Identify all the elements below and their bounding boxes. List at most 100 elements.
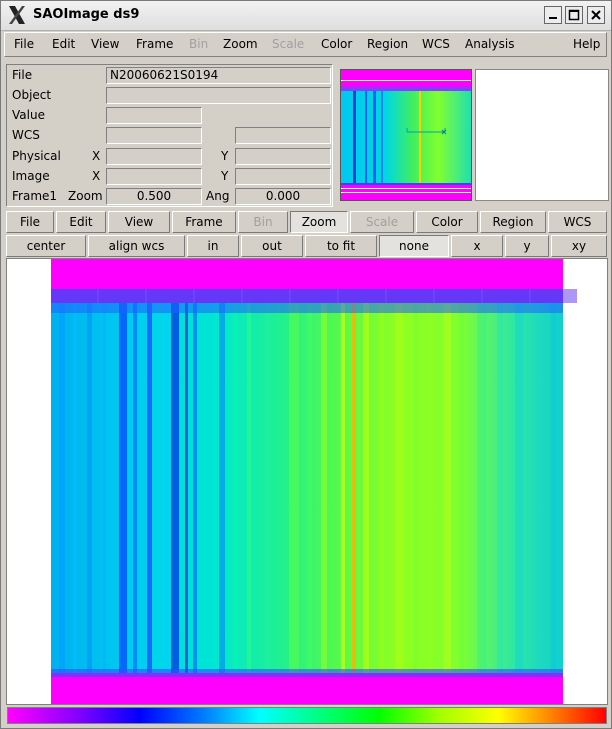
menu-color[interactable]: Color <box>321 37 352 51</box>
colorbar-gradient <box>8 708 606 723</box>
image-stripe <box>477 303 487 673</box>
physical-x-label: X <box>92 149 101 163</box>
image-stripe <box>379 303 384 673</box>
image-stripe <box>289 303 299 673</box>
button-wcs[interactable]: WCS <box>548 211 607 233</box>
menu-analysis[interactable]: Analysis <box>465 37 514 51</box>
minimize-button[interactable] <box>544 6 562 24</box>
button-bin[interactable]: Bin <box>238 211 288 233</box>
physical-x-value <box>106 148 202 165</box>
image-header-block <box>99 289 145 303</box>
zoom-center-button[interactable]: center <box>6 235 86 257</box>
image-stripe <box>443 303 451 673</box>
menu-bar: File Edit View Frame Bin Zoom Scale Colo… <box>4 32 607 57</box>
menu-wcs[interactable]: WCS <box>422 37 450 51</box>
image-header-block <box>195 289 241 303</box>
image-stripe <box>535 303 541 673</box>
zoom-label: Zoom <box>68 189 103 203</box>
image-stripe <box>395 303 403 673</box>
image-stripe <box>87 303 92 673</box>
image-stripe <box>73 303 77 673</box>
close-button[interactable] <box>587 6 605 24</box>
button-frame[interactable]: Frame <box>172 211 236 233</box>
image-x-value <box>106 168 202 185</box>
wcs-label: WCS <box>12 128 40 142</box>
image-y-label: Y <box>221 169 229 183</box>
image-header-block <box>243 289 289 303</box>
panner-thumbnail <box>341 70 471 200</box>
image-header-block <box>387 289 433 303</box>
zoom-align-wcs-button[interactable]: align wcs <box>88 235 185 257</box>
info-panel: File N20060621S0194 Object Value WCS Phy… <box>6 64 333 207</box>
file-label: File <box>12 68 33 82</box>
button-color[interactable]: Color <box>416 211 478 233</box>
wcs-value <box>106 127 202 144</box>
image-stripe <box>205 303 214 673</box>
zoom-none-button[interactable]: none <box>379 235 449 257</box>
button-view[interactable]: View <box>108 211 170 233</box>
image-stripe <box>352 303 356 673</box>
image-stripe <box>147 303 152 673</box>
wcs-value-2 <box>235 127 331 144</box>
button-region[interactable]: Region <box>480 211 546 233</box>
zoom-y-button[interactable]: y <box>505 235 549 257</box>
physical-y-value <box>235 148 331 165</box>
image-stripe <box>103 303 106 673</box>
image-stripe <box>171 303 179 673</box>
button-edit[interactable]: Edit <box>56 211 106 233</box>
image-stripe <box>515 303 523 673</box>
image-header-block <box>51 289 97 303</box>
angle-label: Ang <box>206 189 230 203</box>
file-value: N20060621S0194 <box>106 67 331 84</box>
image-stripe <box>413 303 418 673</box>
image-stripe <box>551 303 556 673</box>
value-label: Value <box>12 108 45 122</box>
menu-bin[interactable]: Bin <box>189 37 208 51</box>
image-stripe <box>321 303 327 673</box>
window-title: SAOImage ds9 <box>33 7 140 22</box>
x-window-logo-icon[interactable] <box>7 4 27 26</box>
image-stripe <box>265 303 271 673</box>
zoom-x-button[interactable]: x <box>451 235 503 257</box>
button-bar-main: File Edit View Frame Bin Zoom Scale Colo… <box>6 211 607 233</box>
zoom-to-fit-button[interactable]: to fit <box>305 235 377 257</box>
image-header-block <box>339 289 385 303</box>
colorbar[interactable] <box>7 707 607 724</box>
menu-edit[interactable]: Edit <box>52 37 75 51</box>
value-value <box>106 107 202 124</box>
menu-frame[interactable]: Frame <box>136 37 173 51</box>
maximize-icon <box>568 9 580 21</box>
image-stripe <box>233 303 238 673</box>
image-display-frame[interactable] <box>6 258 608 705</box>
menu-view[interactable]: View <box>91 37 119 51</box>
button-file[interactable]: File <box>6 211 54 233</box>
image-stripe <box>163 303 169 673</box>
title-bar[interactable]: SAOImage ds9 <box>1 1 611 31</box>
image-stripe <box>119 303 127 673</box>
zoom-out-button[interactable]: out <box>241 235 303 257</box>
button-scale[interactable]: Scale <box>350 211 414 233</box>
menu-scale[interactable]: Scale <box>272 37 304 51</box>
button-zoom[interactable]: Zoom <box>290 211 348 233</box>
image-stripe <box>307 303 312 673</box>
panner-view[interactable] <box>340 69 472 201</box>
menu-region[interactable]: Region <box>367 37 408 51</box>
image-header-block <box>483 289 529 303</box>
button-bar-zoom: center align wcs in out to fit none x y … <box>6 235 607 257</box>
image-stripe <box>193 303 197 673</box>
image-header-block <box>531 289 577 303</box>
menu-file[interactable]: File <box>14 37 34 51</box>
menu-zoom[interactable]: Zoom <box>223 37 258 51</box>
ds9-window: SAOImage ds9 File Edit View Frame Bin Zo… <box>0 0 612 729</box>
zoom-xy-button[interactable]: xy <box>551 235 607 257</box>
image-stripe <box>427 303 433 673</box>
close-icon <box>591 10 601 20</box>
menu-help[interactable]: Help <box>573 37 600 51</box>
physical-label: Physical <box>12 149 61 163</box>
image-header-block <box>147 289 193 303</box>
zoom-in-button[interactable]: in <box>187 235 239 257</box>
image-stripe <box>219 303 225 673</box>
maximize-button[interactable] <box>565 6 583 24</box>
image-label: Image <box>12 169 50 183</box>
magnifier-view <box>475 69 609 201</box>
